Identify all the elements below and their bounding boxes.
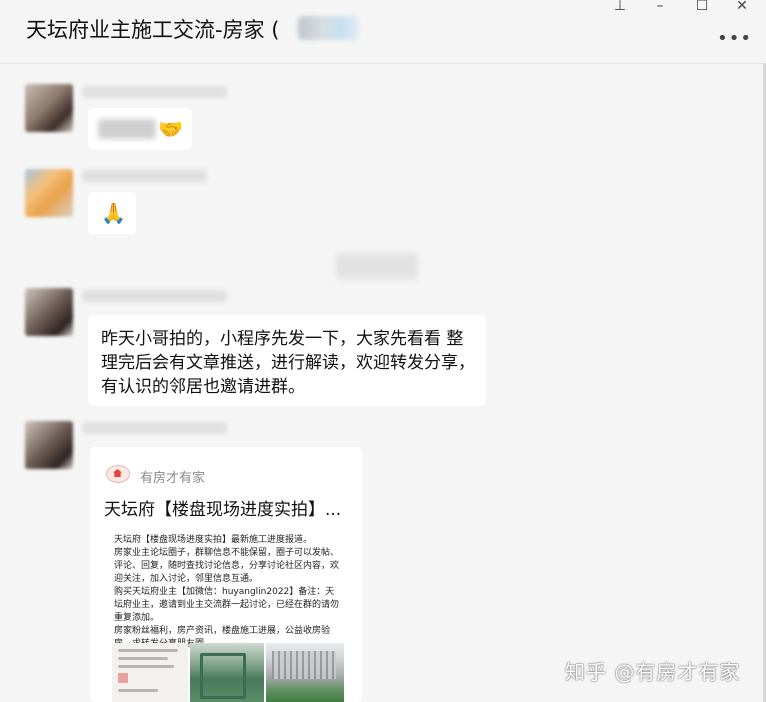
thumbnail-screenshot: [112, 643, 188, 702]
avatar[interactable]: [25, 288, 73, 336]
source-logo-icon: [106, 465, 130, 483]
link-card[interactable]: 有房才有家 天坛府【楼盘现场进度实拍】... 天坛府【楼盘现场进度实拍】最新施工…: [90, 447, 362, 702]
card-thumbnails: [112, 643, 344, 702]
more-icon[interactable]: •••: [717, 28, 752, 49]
sender-name-blurred: [82, 290, 227, 302]
blurred-title-suffix: [298, 16, 360, 40]
close-icon[interactable]: ✕: [732, 0, 752, 16]
maximize-icon[interactable]: ☐: [692, 0, 712, 16]
title-divider: [0, 63, 766, 64]
card-description: 天坛府【楼盘现场进度实拍】最新施工进度报道。 房家业主论坛圈子，群聊信息不能保留…: [114, 535, 340, 649]
chat-title: 天坛府业主施工交流-房家 (: [26, 18, 280, 42]
card-source: 有房才有家: [140, 471, 206, 486]
avatar[interactable]: [25, 84, 73, 132]
avatar[interactable]: [25, 169, 73, 217]
watermark: 知乎 @有房才有家: [565, 660, 741, 684]
thumbnail-building-photo: [266, 643, 344, 702]
pray-emoji: 🙏: [101, 201, 126, 225]
thumbnail-site-photo: [190, 643, 264, 702]
title-bar: 天坛府业主施工交流-房家 ( ⊥ – ☐ ✕ •••: [0, 0, 766, 62]
message-bubble[interactable]: 🤝: [88, 108, 192, 150]
blurred-text: [98, 119, 156, 139]
message-bubble[interactable]: 🙏: [88, 192, 136, 234]
handshake-emoji: 🤝: [158, 117, 183, 141]
sender-name-blurred: [82, 86, 227, 98]
sender-name-blurred: [82, 422, 227, 434]
card-title: 天坛府【楼盘现场进度实拍】...: [104, 500, 342, 520]
sender-name-blurred: [82, 170, 207, 182]
pin-icon[interactable]: ⊥: [610, 0, 630, 16]
avatar[interactable]: [25, 421, 73, 469]
minimize-icon[interactable]: –: [650, 0, 670, 16]
blurred-system-notice: [336, 253, 418, 279]
message-text: 昨天小哥拍的，小程序先发一下，大家先看看 整理完后会有文章推送，进行解读，欢迎转…: [101, 329, 475, 397]
